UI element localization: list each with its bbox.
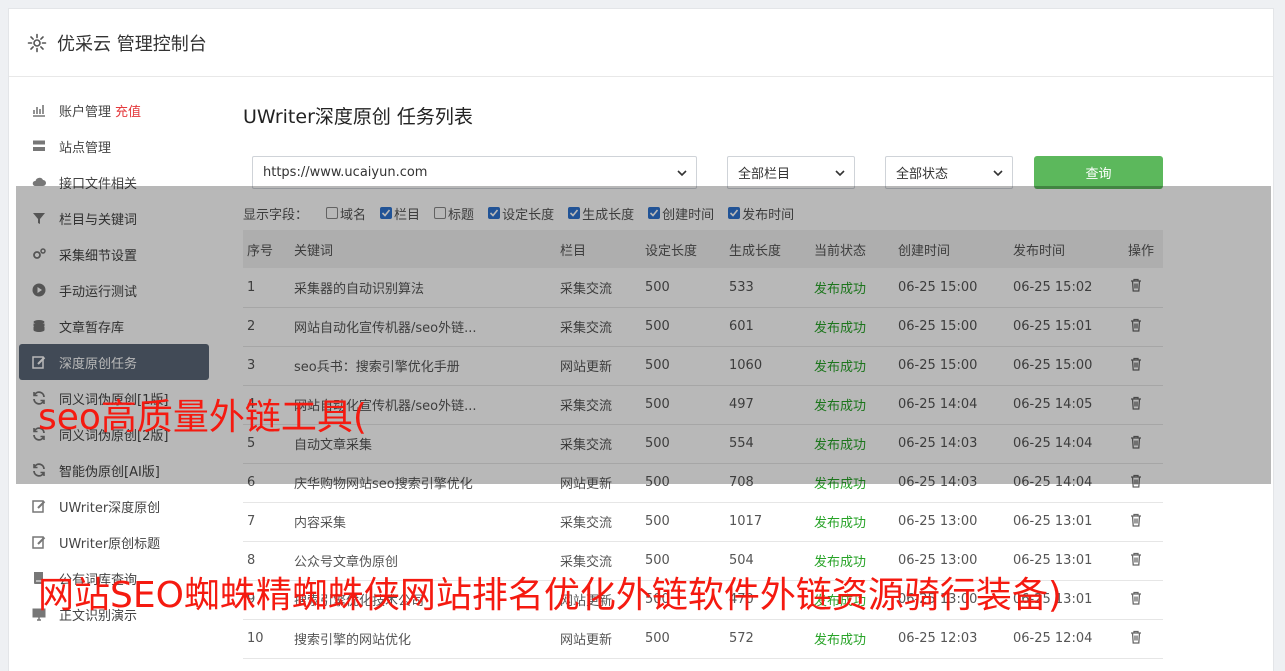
table-row: 7 内容采集 采集交流 500 1017 发布成功 06-25 13:00 06-25 13:… (243, 502, 1163, 542)
table-cell: 7 (243, 502, 290, 542)
action-cell (1124, 541, 1163, 581)
sidebar-item-label: 账户管理 (59, 104, 112, 120)
table-cell: 1017 (725, 502, 810, 542)
query-button[interactable]: 查询 (1034, 156, 1163, 189)
trash-icon[interactable] (1128, 590, 1144, 606)
action-cell (1124, 619, 1163, 659)
watermark-line-1: seo高质量外链工具( (38, 397, 367, 438)
table-cell: 发布成功 (810, 619, 894, 659)
table-cell: 500 (641, 502, 725, 542)
column-select[interactable]: 全部栏目 (727, 156, 855, 189)
trash-icon[interactable] (1128, 551, 1144, 567)
table-cell: 572 (725, 619, 810, 659)
table-cell: 搜索引擎的网站优化 (290, 619, 556, 659)
status-select-value: 全部状态 (896, 167, 949, 182)
sidebar-item[interactable]: 站点管理 (19, 128, 209, 164)
table-cell: 06-25 12:03 (894, 619, 1009, 659)
action-cell (1124, 502, 1163, 542)
trash-icon[interactable] (1128, 512, 1144, 528)
sidebar-item[interactable]: UWriter原创标题 (19, 524, 209, 560)
site-select[interactable]: https://www.ucaiyun.com (252, 156, 697, 189)
app-title: 优采云 管理控制台 (57, 33, 207, 55)
sidebar-item-label: 站点管理 (59, 140, 112, 156)
table-cell: 发布成功 (810, 502, 894, 542)
site-select-value: https://www.ucaiyun.com (263, 165, 428, 180)
table-cell: 06-25 13:00 (894, 502, 1009, 542)
top-bar: 优采云 管理控制台 (9, 9, 1273, 77)
sidebar-item[interactable]: UWriter深度原创 (19, 488, 209, 524)
table-cell: 内容采集 (290, 502, 556, 542)
table-cell: 06-25 13:01 (1009, 502, 1124, 542)
gear-icon (27, 33, 47, 52)
table-cell: 采集交流 (556, 502, 641, 542)
chevron-down-icon (835, 170, 845, 177)
table-cell: 网站更新 (556, 619, 641, 659)
column-select-value: 全部栏目 (738, 167, 791, 182)
chevron-down-icon (993, 170, 1003, 177)
bar-chart-icon (31, 102, 47, 118)
status-select[interactable]: 全部状态 (885, 156, 1013, 189)
table-row: 10 搜索引擎的网站优化 网站更新 500 572 发布成功 06-25 12:03 06-2… (243, 619, 1163, 659)
trash-icon[interactable] (1128, 629, 1144, 645)
recharge-badge[interactable]: 充值 (115, 101, 141, 120)
watermark-line-2: 网站SEO蜘蛛精蜘蛛侠网站排名优化外链软件外链资源骑行装备) (38, 575, 1062, 616)
sidebar-item-label: UWriter深度原创 (59, 500, 161, 516)
table-cell: 06-25 12:04 (1009, 619, 1124, 659)
sidebar-item[interactable]: 账户管理 充值 (19, 92, 209, 128)
chevron-down-icon (677, 170, 687, 177)
server-icon (31, 138, 47, 154)
edit-icon (31, 498, 47, 514)
table-cell: 500 (641, 619, 725, 659)
action-cell (1124, 580, 1163, 620)
table-cell: 10 (243, 619, 290, 659)
edit-icon (31, 534, 47, 550)
sidebar-item-label: UWriter原创标题 (59, 536, 161, 552)
page-title: UWriter深度原创 任务列表 (243, 106, 473, 128)
